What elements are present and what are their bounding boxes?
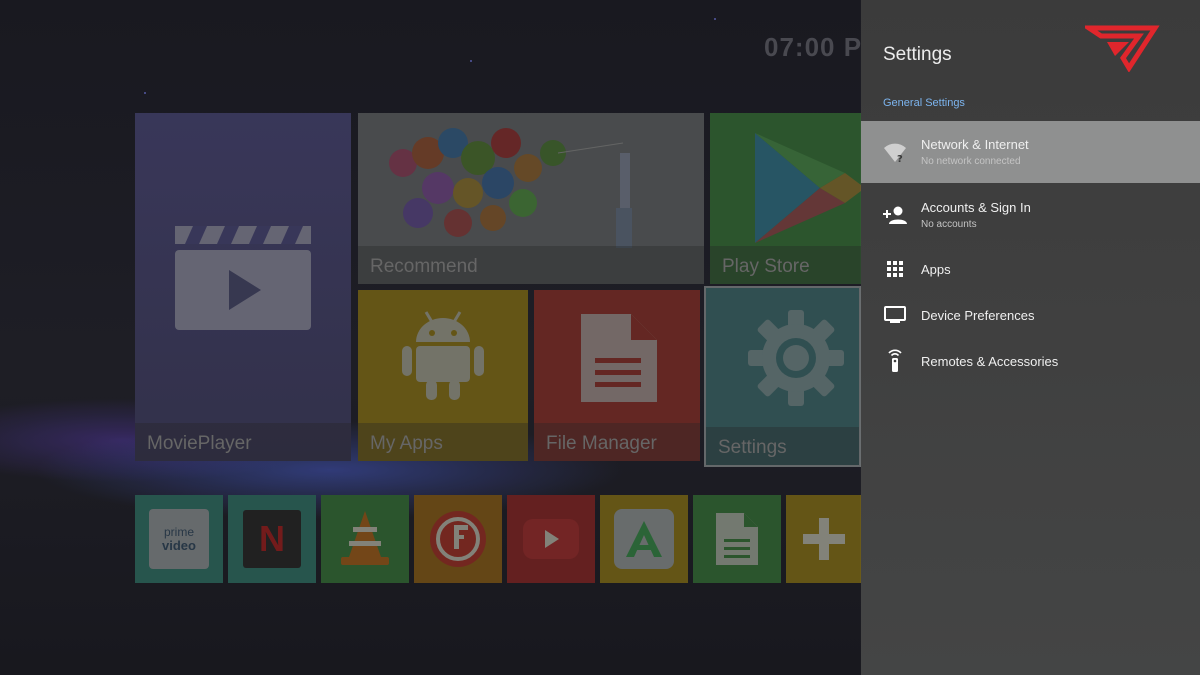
settings-item-remotes[interactable]: Remotes & Accessories	[861, 346, 1200, 376]
apps-grid-icon	[883, 257, 907, 281]
panel-title: Settings	[883, 44, 952, 65]
item-subtitle: No network connected	[921, 156, 1021, 167]
settings-item-device-preferences[interactable]: Device Preferences	[861, 300, 1200, 330]
svg-text:?: ?	[897, 154, 903, 163]
item-title: Accounts & Sign In	[921, 200, 1031, 215]
wifi-unknown-icon: ?	[883, 140, 907, 164]
settings-panel: Settings General Settings ? Network & In…	[861, 0, 1200, 675]
settings-item-accounts[interactable]: Accounts & Sign In No accounts	[861, 188, 1200, 242]
item-subtitle: No accounts	[921, 219, 977, 230]
settings-item-apps[interactable]: Apps	[861, 254, 1200, 284]
dim-overlay	[0, 0, 860, 675]
remote-icon	[883, 349, 907, 373]
settings-item-network[interactable]: ? Network & Internet No network connecte…	[861, 121, 1200, 183]
brand-logo	[1085, 25, 1160, 72]
section-label: General Settings	[883, 97, 965, 109]
item-title: Device Preferences	[921, 307, 1035, 323]
tv-monitor-icon	[883, 303, 907, 327]
item-title: Remotes & Accessories	[921, 353, 1059, 369]
add-person-icon	[883, 203, 907, 227]
item-title: Network & Internet	[921, 137, 1029, 152]
item-title: Apps	[921, 261, 951, 277]
